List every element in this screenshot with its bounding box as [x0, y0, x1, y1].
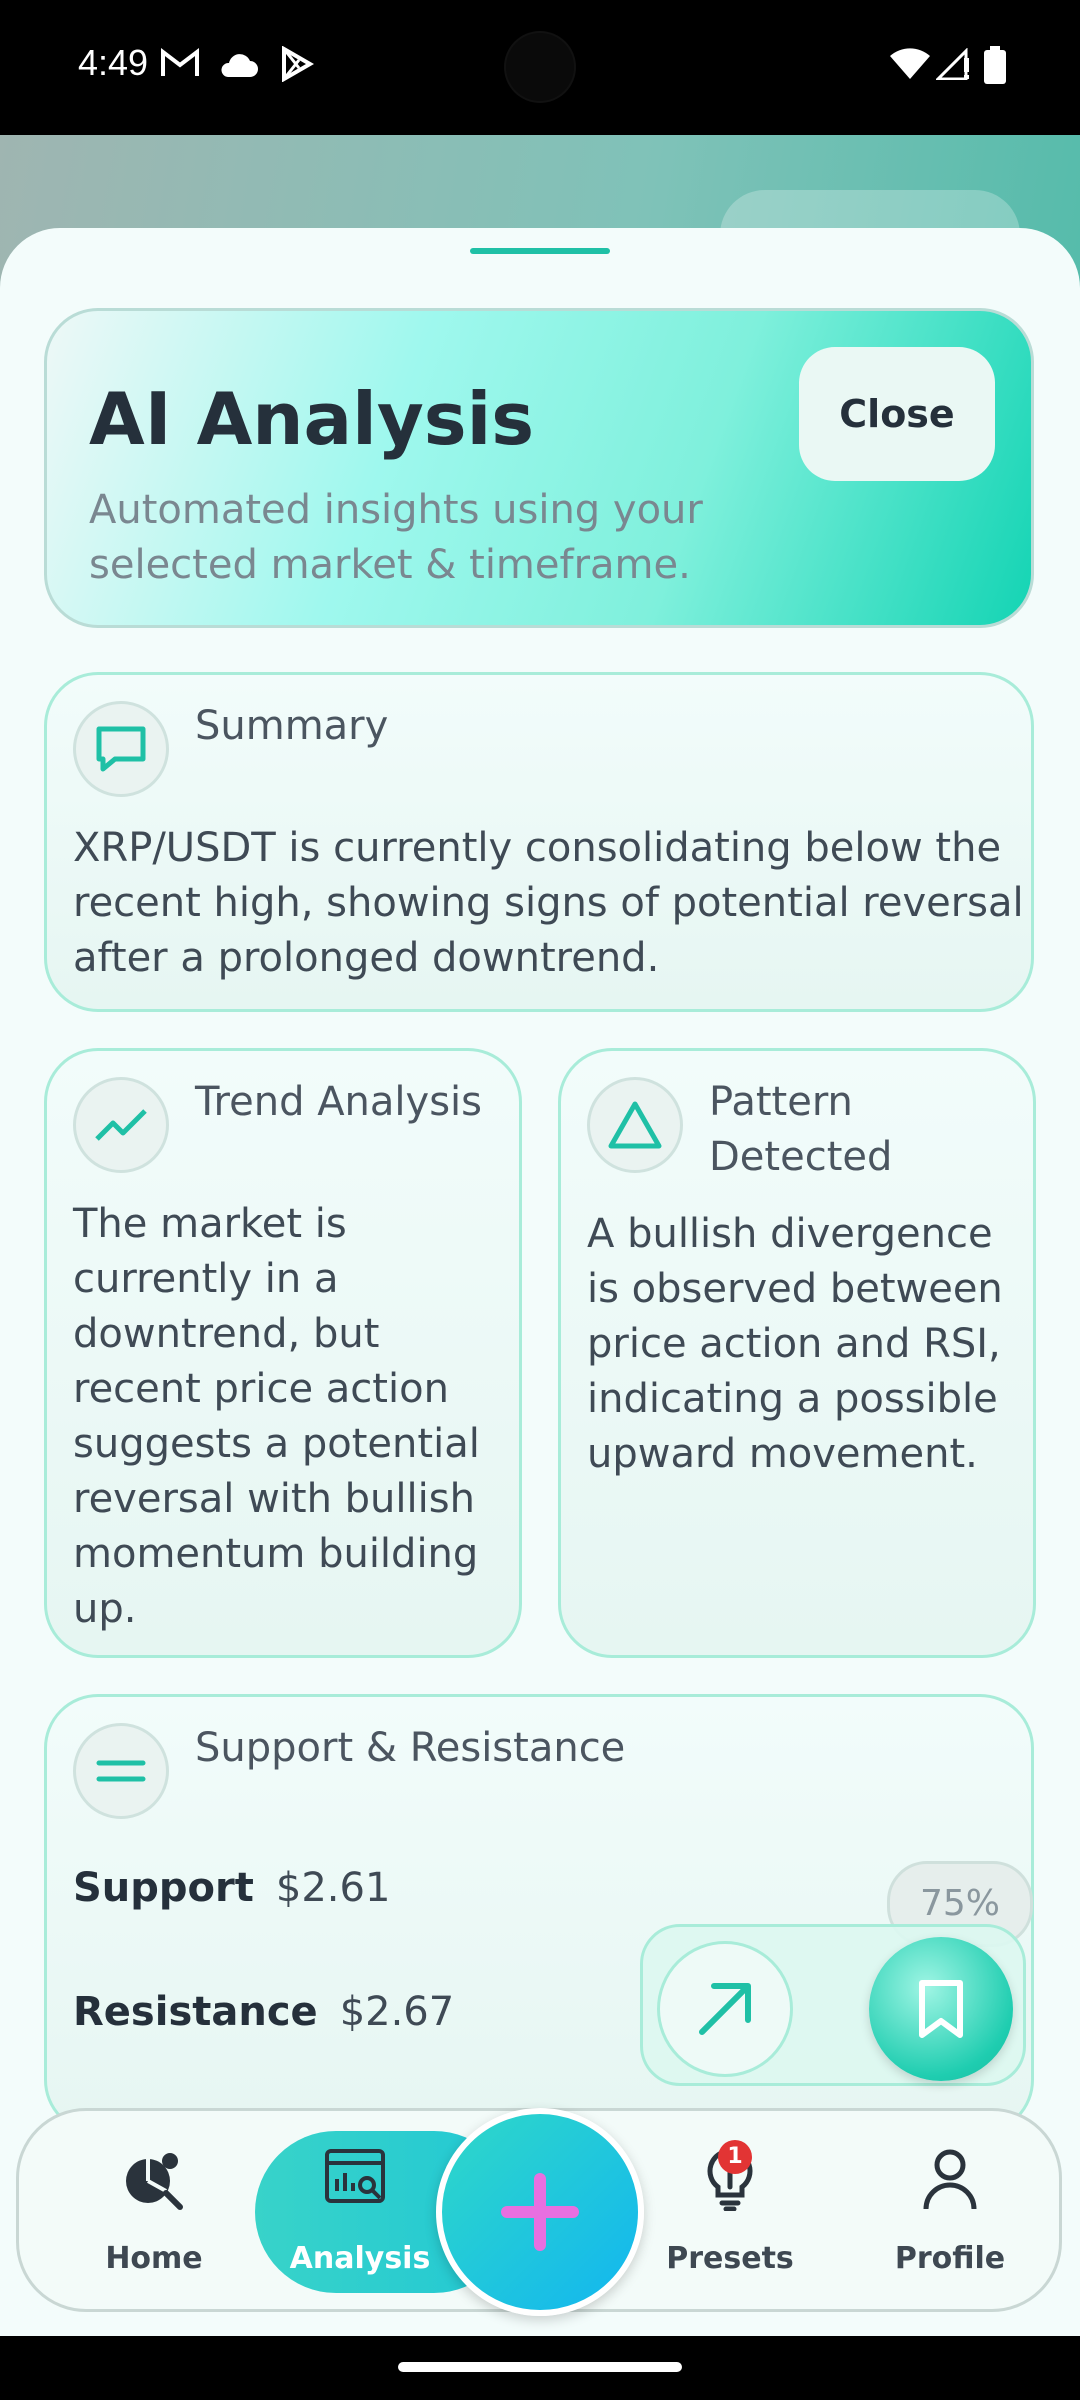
support-row: Support $2.61: [73, 1865, 390, 1911]
play-store-icon: [282, 46, 314, 82]
trend-text: The market is currently in a downtrend, …: [73, 1201, 480, 1632]
page-subtitle: Automated insights using your selected m…: [89, 487, 703, 588]
gmail-icon: [161, 47, 199, 76]
plus-icon: [501, 2173, 579, 2251]
resistance-row: Resistance $2.67: [73, 1989, 454, 2035]
home-analytics-icon: [126, 2153, 183, 2210]
battery-icon: [984, 46, 1006, 84]
bookmark-button[interactable]: [869, 1937, 1013, 2081]
close-button[interactable]: Close: [799, 347, 995, 481]
status-time: 4:49: [78, 42, 149, 83]
support-label: Support: [73, 1865, 254, 1911]
analysis-chart-icon: [325, 2149, 385, 2203]
page-title: AI Analysis: [89, 377, 535, 461]
summary-text: XRP/USDT is currently consolidating belo…: [73, 825, 1024, 981]
pattern-detected-card: Pattern Detected A bullish divergence is…: [558, 1048, 1036, 1658]
chat-bubble-icon: [73, 701, 169, 797]
add-button[interactable]: [436, 2108, 644, 2316]
summary-title: Summary: [195, 703, 389, 749]
sheet-drag-handle[interactable]: [470, 248, 610, 254]
presets-notification-badge: 1: [718, 2140, 752, 2174]
trend-line-icon: [73, 1077, 169, 1173]
pattern-text: A bullish divergence is observed between…: [587, 1211, 1003, 1477]
wifi-icon: [890, 48, 930, 79]
nav-profile-label: Profile: [894, 2241, 1006, 2276]
user-icon: [923, 2149, 977, 2210]
nav-home[interactable]: Home: [69, 2141, 239, 2281]
triangle-icon: [587, 1077, 683, 1173]
floating-actions: [640, 1924, 1026, 2086]
pattern-title: Pattern Detected: [709, 1079, 893, 1180]
support-resistance-title: Support & Resistance: [195, 1725, 626, 1771]
nav-presets-label: Presets: [666, 2241, 794, 2276]
summary-card: Summary XRP/USDT is currently consolidat…: [44, 672, 1034, 1012]
nav-analysis-label: Analysis: [289, 2241, 431, 2276]
trend-analysis-card: Trend Analysis The market is currently i…: [44, 1048, 522, 1658]
home-indicator[interactable]: [398, 2362, 682, 2372]
equals-icon: [73, 1723, 169, 1819]
arrow-up-right-icon: [699, 1983, 751, 2035]
open-trend-button[interactable]: [657, 1941, 793, 2077]
resistance-value: $2.67: [339, 1989, 455, 2035]
nav-home-label: Home: [105, 2241, 203, 2276]
nav-profile[interactable]: Profile: [865, 2141, 1035, 2281]
support-value: $2.61: [275, 1865, 391, 1911]
analysis-header: AI Analysis Automated insights using you…: [44, 308, 1034, 628]
bookmark-icon: [919, 1980, 963, 2038]
trend-title: Trend Analysis: [195, 1079, 482, 1125]
signal-icon: [936, 48, 969, 80]
resistance-label: Resistance: [73, 1989, 318, 2035]
cloud-icon: [221, 54, 258, 77]
front-camera: [506, 33, 574, 101]
status-bar: 4:49: [0, 0, 1080, 135]
